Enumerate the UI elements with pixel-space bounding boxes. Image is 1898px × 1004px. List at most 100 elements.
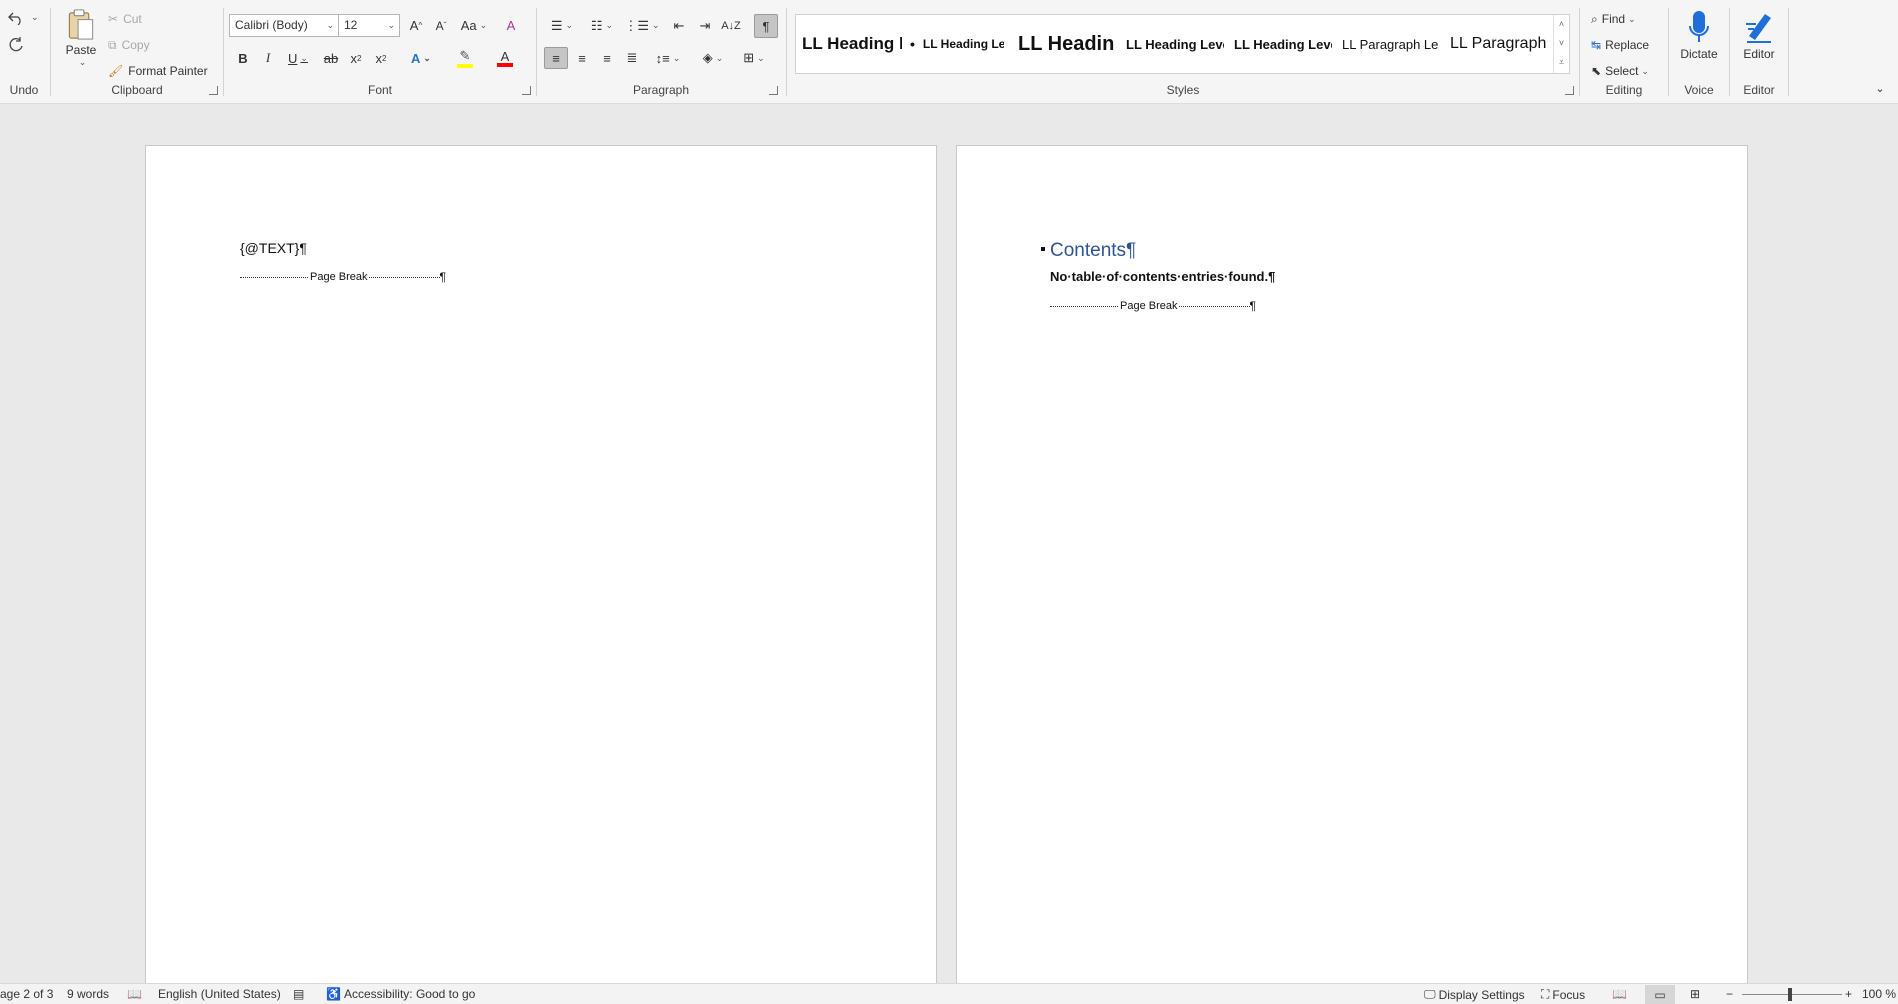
text-placeholder[interactable]: {@TEXT}¶ <box>240 240 307 256</box>
voice-group-label: Voice <box>1684 83 1714 97</box>
decrease-indent-icon[interactable]: ⇤ <box>668 14 690 37</box>
document-canvas[interactable]: {@TEXT}¶ Page Break ¶ Contents¶ No·table… <box>0 105 1898 983</box>
paste-button[interactable]: Paste ⌄ <box>62 8 100 68</box>
scroll-up-icon[interactable]: ˄ <box>1554 15 1569 34</box>
bullet-icon: • <box>910 36 915 52</box>
align-left-icon[interactable]: ≡ <box>544 47 568 69</box>
replace-button[interactable]: ↹ Replace <box>1591 36 1649 54</box>
print-layout-icon[interactable]: ▭ <box>1645 985 1675 1004</box>
style-item[interactable]: LL Heading Leve <box>1126 15 1224 73</box>
sort-icon[interactable]: A↓Z <box>720 14 742 37</box>
page-break-line <box>1050 305 1118 307</box>
shrink-font-icon[interactable]: Aˇ <box>430 14 452 37</box>
paste-dropdown-icon[interactable]: ⌄ <box>79 57 87 68</box>
font-color-button[interactable]: A <box>487 48 523 68</box>
change-case-icon[interactable]: Aa ⌄ <box>459 14 489 37</box>
web-layout-icon[interactable]: ⊞ <box>1690 987 1700 1001</box>
borders-icon[interactable]: ⊞ ⌄ <box>736 47 772 69</box>
clear-formatting-icon[interactable]: A <box>500 14 522 37</box>
proofing-icon[interactable]: 📖 <box>127 987 142 1001</box>
cut-button[interactable]: ✂ Cut <box>108 11 142 27</box>
zoom-in-icon[interactable]: + <box>1845 987 1852 1001</box>
grow-font-icon[interactable]: A ^ <box>405 14 427 37</box>
zoom-out-icon[interactable]: − <box>1726 987 1733 1001</box>
text-predictions-icon[interactable]: ▤ <box>293 987 304 1001</box>
word-count[interactable]: 9 words <box>67 987 109 1001</box>
dictate-button[interactable]: Dictate <box>1674 8 1724 62</box>
style-item[interactable]: LL Paragraph Le <box>1342 15 1438 73</box>
find-button[interactable]: ⌕ Find ⌄ <box>1591 10 1636 28</box>
font-dialog-launcher-icon[interactable] <box>522 86 531 95</box>
align-right-icon[interactable]: ≡ <box>596 47 618 69</box>
zoom-slider[interactable] <box>1742 994 1842 995</box>
cursor-icon: ⬉ <box>1591 64 1602 78</box>
focus-button[interactable]: ⛶ Focus <box>1541 987 1585 1002</box>
multilevel-list-icon[interactable]: ⋮☰ ⌄ <box>624 14 660 37</box>
style-item[interactable]: • LL Heading Le <box>910 15 1004 73</box>
collapse-ribbon-icon[interactable]: ⌄ <box>1872 80 1888 96</box>
page-break-line <box>369 276 440 278</box>
page-count[interactable]: age 2 of 3 <box>0 987 53 1001</box>
numbering-icon[interactable]: ☷ ⌄ <box>584 14 620 37</box>
subscript-icon[interactable]: x2 <box>346 48 366 68</box>
editor-group: Editor Editor <box>1731 0 1787 104</box>
copy-label: Copy <box>121 38 150 52</box>
text-effects-icon[interactable]: A ⌄ <box>405 48 437 68</box>
copy-button[interactable]: ⧉ Copy <box>108 37 150 53</box>
pilcrow-mark: ¶ <box>1249 299 1256 313</box>
paintbrush-icon: 🖌 <box>108 64 124 78</box>
undo-icon[interactable] <box>6 8 26 28</box>
font-size-combo[interactable]: 12 ⌄ <box>338 14 400 37</box>
accessibility-button[interactable]: ♿ Accessibility: Good to go <box>326 987 475 1001</box>
display-settings-button[interactable]: 🖵 Display Settings <box>1424 987 1525 1002</box>
align-center-icon[interactable]: ≡ <box>571 47 593 69</box>
line-spacing-icon[interactable]: ↕≡ ⌄ <box>650 47 686 69</box>
paragraph-group-label: Paragraph <box>632 83 690 97</box>
page-2[interactable]: Contents¶ No·table·of·contents·entries·f… <box>956 145 1748 983</box>
clipboard-dialog-launcher-icon[interactable] <box>209 86 218 95</box>
separator <box>786 8 787 96</box>
paragraph-mark-icon <box>1041 247 1045 251</box>
italic-icon[interactable]: I <box>258 48 278 68</box>
chevron-down-icon: ⌄ <box>326 20 334 30</box>
redo-icon[interactable] <box>6 35 26 55</box>
editor-button[interactable]: Editor <box>1733 8 1785 62</box>
zoom-level[interactable]: 100 % <box>1862 987 1896 1001</box>
styles-dialog-launcher-icon[interactable] <box>1565 86 1574 95</box>
page-break-label: Page Break <box>1120 300 1178 312</box>
paragraph-dialog-launcher-icon[interactable] <box>769 86 778 95</box>
zoom-slider-thumb[interactable] <box>1788 988 1792 1001</box>
paste-label: Paste <box>65 43 97 57</box>
undo-dropdown-icon[interactable]: ⌄ <box>31 12 39 23</box>
style-item[interactable]: LL Headin <box>1018 15 1116 73</box>
read-mode-icon[interactable]: 📖 <box>1612 987 1627 1001</box>
toc-empty-message[interactable]: No·table·of·contents·entries·found.¶ <box>1050 269 1275 284</box>
show-formatting-marks-icon[interactable]: ¶ <box>754 14 778 38</box>
superscript-icon[interactable]: x2 <box>371 48 391 68</box>
increase-indent-icon[interactable]: ⇥ <box>694 14 716 37</box>
style-item[interactable]: LL Paragraph <box>1450 15 1548 73</box>
scroll-down-icon[interactable]: ˅ <box>1554 34 1569 53</box>
style-item[interactable]: LL Heading l <box>802 15 902 73</box>
more-styles-icon[interactable]: ⩡ <box>1554 53 1569 72</box>
bold-icon[interactable]: B <box>233 48 253 68</box>
page-break-marker[interactable]: Page Break ¶ <box>240 270 446 284</box>
style-item[interactable]: LL Heading Leve <box>1234 15 1332 73</box>
page-break-marker[interactable]: Page Break ¶ <box>1050 299 1256 313</box>
highlight-color-button[interactable]: ✎ <box>447 48 483 68</box>
separator <box>1579 8 1580 96</box>
strikethrough-icon[interactable]: ab <box>321 48 341 68</box>
select-button[interactable]: ⬉ Select ⌄ <box>1591 62 1649 80</box>
shading-icon[interactable]: ◈ ⌄ <box>695 47 731 69</box>
justify-icon[interactable]: ≣ <box>621 47 643 69</box>
underline-icon[interactable]: U ⌄ <box>283 48 313 68</box>
bullets-icon[interactable]: ☰ ⌄ <box>544 14 580 37</box>
format-painter-button[interactable]: 🖌 Format Painter <box>108 63 208 79</box>
separator <box>536 8 537 96</box>
styles-group-label: Styles <box>1166 83 1200 97</box>
language[interactable]: English (United States) <box>158 987 281 1001</box>
font-family-combo[interactable]: Calibri (Body) ⌄ <box>229 14 339 37</box>
toc-heading[interactable]: Contents¶ <box>1050 240 1136 262</box>
separator <box>1668 8 1669 96</box>
page-1[interactable]: {@TEXT}¶ Page Break ¶ <box>145 145 937 983</box>
